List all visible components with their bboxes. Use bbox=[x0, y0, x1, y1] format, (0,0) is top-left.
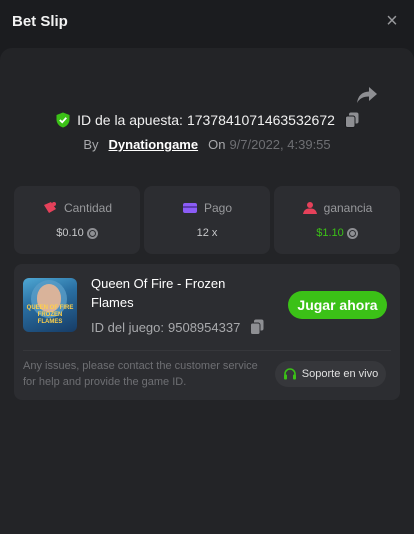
profit-icon bbox=[302, 202, 317, 214]
amount-icon bbox=[43, 202, 56, 213]
modal-title: Bet Slip bbox=[12, 12, 68, 30]
game-card: QUEEN OF FIRE FROZEN FLAMES Queen Of Fir… bbox=[14, 264, 400, 400]
stat-payout-label: Pago bbox=[203, 201, 233, 215]
modal-header: Bet Slip × bbox=[0, 0, 414, 42]
game-id-row: ID del juego: 9508954337 bbox=[91, 319, 264, 335]
bet-meta-row: By Dynationgame On 9/7/2022, 4:39:55 bbox=[0, 137, 414, 152]
support-note: Any issues, please contact the customer … bbox=[23, 360, 258, 388]
copy-icon[interactable] bbox=[344, 112, 359, 128]
game-id-label: ID del juego: bbox=[91, 319, 164, 335]
stat-payout: Pago 12 x bbox=[144, 186, 270, 254]
stat-amount-label: Cantidad bbox=[63, 201, 113, 215]
stat-amount-value: $0.10 bbox=[56, 227, 84, 239]
bet-date: 9/7/2022, 4:39:55 bbox=[229, 137, 331, 152]
close-icon[interactable]: × bbox=[382, 11, 402, 31]
game-thumbnail-caption: QUEEN OF FIRE FROZEN FLAMES bbox=[26, 305, 74, 325]
username-link[interactable]: Dynationgame bbox=[109, 137, 199, 152]
stat-profit: ganancia $1.10 bbox=[274, 186, 400, 254]
verified-shield-icon bbox=[56, 112, 70, 128]
copy-icon[interactable] bbox=[250, 319, 264, 335]
game-name: Queen Of Fire - Frozen Flames bbox=[91, 276, 226, 310]
by-label: By bbox=[83, 137, 99, 152]
coin-icon bbox=[346, 227, 358, 239]
stat-profit-value: $1.10 bbox=[316, 227, 344, 239]
coin-icon bbox=[86, 227, 98, 239]
stat-payout-value: 12 x bbox=[196, 227, 218, 239]
bet-slip-modal: Bet Slip × ID de la apuesta: 17378410714… bbox=[0, 0, 414, 534]
headset-icon bbox=[283, 368, 296, 380]
bet-id-row: ID de la apuesta: 1737841071463532672 bbox=[0, 112, 414, 128]
bet-id-value: 1737841071463532672 bbox=[186, 112, 335, 128]
game-thumbnail[interactable]: QUEEN OF FIRE FROZEN FLAMES bbox=[23, 278, 77, 332]
wallet-icon bbox=[182, 203, 197, 213]
stat-profit-label: ganancia bbox=[323, 201, 373, 215]
bet-id-label: ID de la apuesta: bbox=[77, 112, 183, 128]
live-support-button[interactable]: Soporte en vivo bbox=[275, 361, 386, 387]
play-now-button[interactable]: Jugar ahora bbox=[288, 291, 387, 319]
divider bbox=[23, 350, 391, 351]
bet-stats: Cantidad $0.10 Pago 12 x ganancia $1.10 bbox=[14, 186, 400, 254]
share-icon[interactable] bbox=[356, 86, 378, 104]
on-label: On bbox=[208, 137, 226, 152]
game-id-value: 9508954337 bbox=[168, 319, 241, 335]
live-support-label: Soporte en vivo bbox=[301, 368, 379, 380]
stat-amount: Cantidad $0.10 bbox=[14, 186, 140, 254]
